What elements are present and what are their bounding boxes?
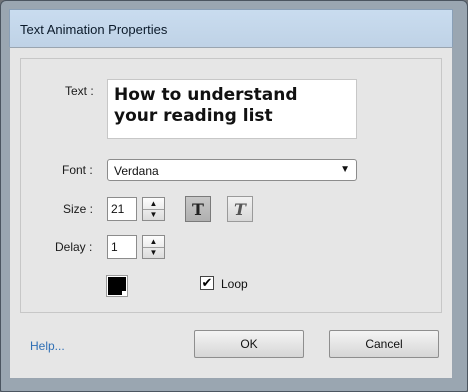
stepper-down-icon[interactable]: ▼ [143, 247, 164, 258]
italic-button[interactable]: T [227, 196, 253, 222]
size-stepper[interactable]: ▲ ▼ [142, 197, 165, 221]
bold-button[interactable]: T [185, 196, 211, 222]
font-select[interactable]: Verdana ▼ [107, 159, 357, 181]
dialog-title: Text Animation Properties [20, 21, 168, 37]
dialog-titlebar[interactable]: Text Animation Properties [9, 9, 453, 48]
font-label: Font : [62, 163, 93, 177]
chevron-down-icon[interactable]: ▼ [340, 164, 350, 175]
text-animation-dialog: Text Animation Properties Text : How to … [0, 0, 468, 392]
font-select-value: Verdana [114, 164, 159, 178]
loop-label: Loop [221, 277, 248, 291]
properties-group: Text : How to understand your reading li… [20, 58, 442, 313]
size-label: Size : [63, 202, 94, 216]
cancel-button[interactable]: Cancel [329, 330, 439, 358]
color-picker-corner-icon [122, 291, 127, 296]
loop-checkbox[interactable]: ✔ [200, 276, 214, 290]
delay-stepper[interactable]: ▲ ▼ [142, 235, 165, 259]
help-link[interactable]: Help... [30, 339, 65, 353]
size-input[interactable]: 21 [107, 197, 137, 221]
dialog-body: Text : How to understand your reading li… [9, 47, 453, 379]
text-input[interactable]: How to understand your reading list [107, 79, 357, 139]
text-label: Text : [65, 84, 94, 98]
ok-button[interactable]: OK [194, 330, 304, 358]
text-color-swatch[interactable] [106, 275, 128, 297]
delay-label: Delay : [55, 240, 93, 254]
stepper-down-icon[interactable]: ▼ [143, 209, 164, 220]
delay-input[interactable]: 1 [107, 235, 137, 259]
